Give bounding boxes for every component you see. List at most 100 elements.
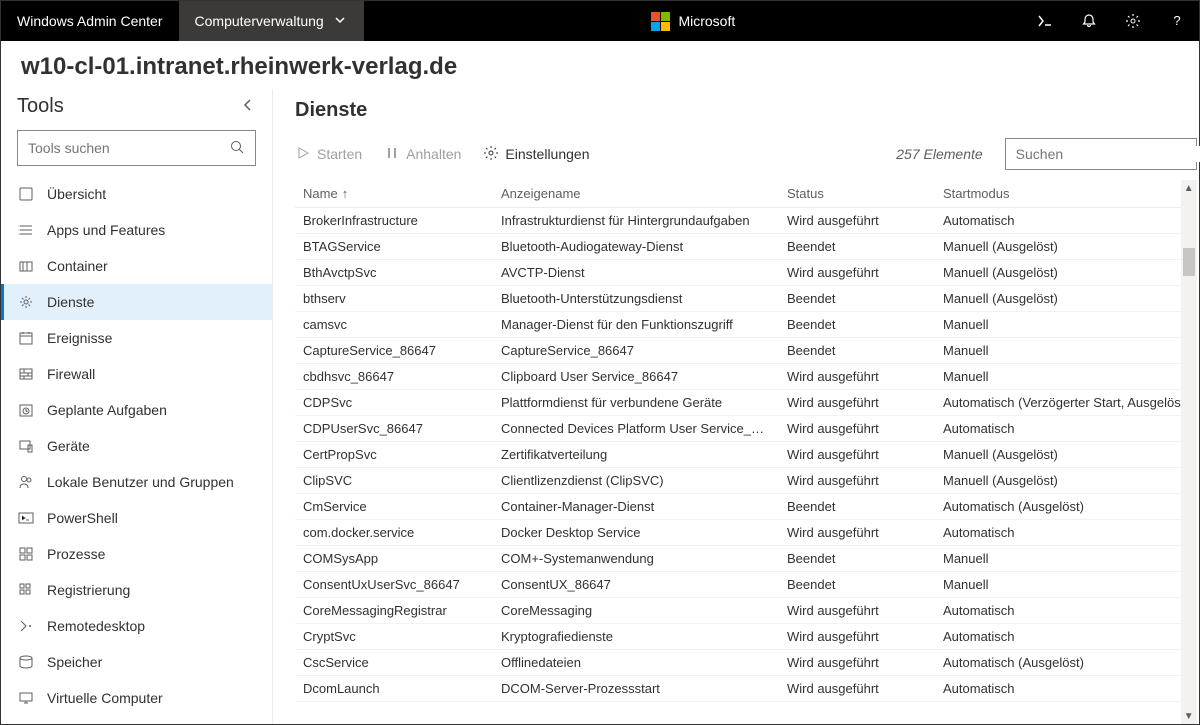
- cell-name: camsvc: [295, 317, 493, 332]
- tools-search[interactable]: [17, 130, 256, 166]
- table-row[interactable]: CryptSvcKryptografiediensteWird ausgefüh…: [295, 624, 1197, 650]
- content-title: Dienste: [295, 99, 1197, 122]
- scroll-up-icon[interactable]: ▲: [1181, 180, 1197, 196]
- sidebar-item-users[interactable]: Lokale Benutzer und Gruppen: [1, 464, 272, 500]
- table-row[interactable]: ConsentUxUserSvc_86647ConsentUX_86647Bee…: [295, 572, 1197, 598]
- table-row[interactable]: CoreMessagingRegistrarCoreMessagingWird …: [295, 598, 1197, 624]
- cell-display: Clipboard User Service_86647: [493, 369, 779, 384]
- cell-mode: Automatisch: [935, 525, 1197, 540]
- cell-name: ClipSVC: [295, 473, 493, 488]
- sidebar-item-services[interactable]: Dienste: [1, 284, 272, 320]
- terminal-icon[interactable]: [1023, 1, 1067, 41]
- sidebar-item-tasks[interactable]: Geplante Aufgaben: [1, 392, 272, 428]
- table-row[interactable]: ClipSVCClientlizenzdienst (ClipSVC)Wird …: [295, 468, 1197, 494]
- sidebar-item-vms[interactable]: Virtuelle Computer: [1, 680, 272, 716]
- cell-status: Beendet: [779, 239, 935, 254]
- sidebar-item-overview[interactable]: Übersicht: [1, 176, 272, 212]
- settings-label: Einstellungen: [505, 146, 589, 162]
- scroll-down-icon[interactable]: ▼: [1181, 708, 1197, 724]
- table-row[interactable]: CaptureService_86647CaptureService_86647…: [295, 338, 1197, 364]
- col-mode[interactable]: Startmodus: [935, 186, 1197, 201]
- cell-status: Wird ausgeführt: [779, 603, 935, 618]
- sidebar-item-processes[interactable]: Prozesse: [1, 536, 272, 572]
- sort-asc-icon: ↑: [342, 186, 349, 201]
- sidebar-item-label: Apps und Features: [47, 222, 165, 238]
- cell-status: Wird ausgeführt: [779, 473, 935, 488]
- storage-icon: [17, 653, 35, 671]
- table-row[interactable]: CDPUserSvc_86647Connected Devices Platfo…: [295, 416, 1197, 442]
- table-row[interactable]: DcomLaunchDCOM-Server-ProzessstartWird a…: [295, 676, 1197, 702]
- sidebar-item-remote[interactable]: Remotedesktop: [1, 608, 272, 644]
- table-row[interactable]: CmServiceContainer-Manager-DienstBeendet…: [295, 494, 1197, 520]
- sidebar-item-registry[interactable]: Registrierung: [1, 572, 272, 608]
- cell-display: Offlinedateien: [493, 655, 779, 670]
- table-row[interactable]: CDPSvcPlattformdienst für verbundene Ger…: [295, 390, 1197, 416]
- cell-mode: Automatisch (Ausgelöst): [935, 655, 1197, 670]
- table-row[interactable]: BrokerInfrastructureInfrastrukturdienst …: [295, 208, 1197, 234]
- sidebar-item-firewall[interactable]: Firewall: [1, 356, 272, 392]
- sidebar-item-events[interactable]: Ereignisse: [1, 320, 272, 356]
- table-row[interactable]: BthAvctpSvcAVCTP-DienstWird ausgeführtMa…: [295, 260, 1197, 286]
- cell-display: CoreMessaging: [493, 603, 779, 618]
- settings-button[interactable]: Einstellungen: [483, 145, 589, 164]
- start-button[interactable]: Starten: [295, 145, 362, 164]
- services-table: Name ↑ Anzeigename Status Startmodus Bro…: [295, 180, 1197, 724]
- collapse-icon[interactable]: [240, 97, 256, 116]
- settings-icon[interactable]: [1111, 1, 1155, 41]
- sidebar-item-devices[interactable]: Geräte: [1, 428, 272, 464]
- cell-mode: Automatisch: [935, 681, 1197, 696]
- col-status[interactable]: Status: [779, 186, 935, 201]
- sidebar-item-label: Virtuelle Computer: [47, 690, 163, 706]
- cell-name: BTAGService: [295, 239, 493, 254]
- content-search[interactable]: [1005, 138, 1197, 170]
- toolbar: Starten Anhalten Einstellungen 257 Eleme…: [295, 138, 1197, 170]
- tools-search-input[interactable]: [18, 140, 219, 156]
- cell-mode: Manuell: [935, 551, 1197, 566]
- table-row[interactable]: com.docker.serviceDocker Desktop Service…: [295, 520, 1197, 546]
- microsoft-logo: Microsoft: [635, 12, 751, 31]
- sidebar-item-powershell[interactable]: PowerShell: [1, 500, 272, 536]
- cell-status: Beendet: [779, 577, 935, 592]
- overview-icon: [17, 185, 35, 203]
- content-search-input[interactable]: [1006, 146, 1200, 162]
- registry-icon: [17, 581, 35, 599]
- cell-status: Wird ausgeführt: [779, 525, 935, 540]
- search-icon: [219, 139, 255, 158]
- cell-mode: Manuell: [935, 343, 1197, 358]
- vertical-scrollbar[interactable]: ▲ ▼: [1181, 180, 1197, 724]
- sidebar-item-label: Ereignisse: [47, 330, 112, 346]
- remote-icon: [17, 617, 35, 635]
- cell-status: Wird ausgeführt: [779, 655, 935, 670]
- notifications-icon[interactable]: [1067, 1, 1111, 41]
- help-icon[interactable]: ?: [1155, 1, 1199, 41]
- cell-display: AVCTP-Dienst: [493, 265, 779, 280]
- sidebar-item-label: Remotedesktop: [47, 618, 145, 634]
- chevron-down-icon: [332, 12, 348, 31]
- sidebar-item-switches[interactable]: Virtuelle Switches: [1, 716, 272, 724]
- col-name[interactable]: Name ↑: [295, 186, 493, 201]
- table-row[interactable]: bthservBluetooth-UnterstützungsdienstBee…: [295, 286, 1197, 312]
- table-row[interactable]: BTAGServiceBluetooth-Audiogateway-Dienst…: [295, 234, 1197, 260]
- table-row[interactable]: COMSysAppCOM+-SystemanwendungBeendetManu…: [295, 546, 1197, 572]
- scroll-thumb[interactable]: [1183, 248, 1195, 276]
- table-row[interactable]: CertPropSvcZertifikatverteilungWird ausg…: [295, 442, 1197, 468]
- app-title: Windows Admin Center: [1, 13, 179, 29]
- sidebar-item-container[interactable]: Container: [1, 248, 272, 284]
- pause-button[interactable]: Anhalten: [384, 145, 461, 164]
- sidebar-item-apps[interactable]: Apps und Features: [1, 212, 272, 248]
- context-dropdown[interactable]: Computerverwaltung: [179, 1, 364, 41]
- processes-icon: [17, 545, 35, 563]
- cell-mode: Manuell: [935, 369, 1197, 384]
- apps-icon: [17, 221, 35, 239]
- cell-status: Wird ausgeführt: [779, 629, 935, 644]
- table-row[interactable]: cbdhsvc_86647Clipboard User Service_8664…: [295, 364, 1197, 390]
- sidebar-item-label: Container: [47, 258, 108, 274]
- cell-name: CscService: [295, 655, 493, 670]
- table-row[interactable]: CscServiceOfflinedateienWird ausgeführtA…: [295, 650, 1197, 676]
- brand-text: Microsoft: [678, 13, 735, 29]
- cell-status: Beendet: [779, 291, 935, 306]
- content: Dienste Starten Anhalten Einstellungen 2…: [273, 89, 1200, 724]
- sidebar-item-storage[interactable]: Speicher: [1, 644, 272, 680]
- table-row[interactable]: camsvcManager-Dienst für den Funktionszu…: [295, 312, 1197, 338]
- col-display[interactable]: Anzeigename: [493, 186, 779, 201]
